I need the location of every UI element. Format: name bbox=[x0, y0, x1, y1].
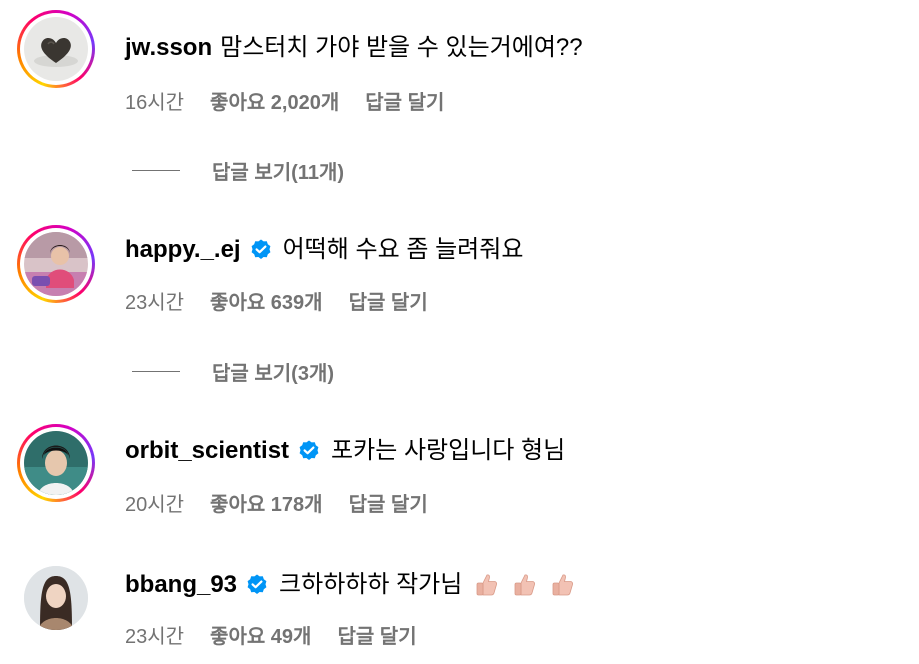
verified-badge-icon bbox=[245, 573, 269, 597]
divider-line bbox=[132, 169, 180, 171]
comment-time[interactable]: 16시간 bbox=[125, 86, 184, 115]
reply-button[interactable]: 답글 달기 bbox=[365, 86, 444, 115]
person-photo-avatar-icon bbox=[24, 232, 88, 296]
avatar[interactable] bbox=[17, 10, 95, 88]
comments-list: jw.sson 맘스터치 가야 받을 수 있는거에여?? 16시간 좋아요 2,… bbox=[0, 0, 919, 664]
comment-likes[interactable]: 좋아요 2,020개 bbox=[210, 86, 339, 115]
comment-main-line: jw.sson 맘스터치 가야 받을 수 있는거에여?? bbox=[125, 31, 583, 65]
avatar[interactable] bbox=[17, 225, 95, 303]
comment-time[interactable]: 23시간 bbox=[125, 620, 184, 649]
reply-button[interactable]: 답글 달기 bbox=[349, 488, 428, 517]
comment-likes[interactable]: 좋아요 178개 bbox=[210, 488, 323, 517]
comment-likes[interactable]: 좋아요 639개 bbox=[210, 286, 323, 315]
divider-line bbox=[132, 370, 180, 372]
verified-badge-icon bbox=[249, 238, 273, 262]
comment-username[interactable]: happy._.ej bbox=[125, 233, 241, 267]
comment-meta: 23시간 좋아요 639개 답글 달기 bbox=[125, 286, 428, 314]
view-replies-button[interactable]: 답글 보기(11개) bbox=[132, 156, 344, 184]
comment-meta: 23시간 좋아요 49개 답글 달기 bbox=[125, 620, 417, 648]
verified-badge-icon bbox=[297, 439, 321, 463]
comment-username[interactable]: orbit_scientist bbox=[125, 434, 289, 468]
comment-time[interactable]: 20시간 bbox=[125, 488, 184, 517]
thumbs-up-emoji-icon bbox=[512, 572, 538, 598]
comment-username[interactable]: jw.sson bbox=[125, 31, 212, 65]
person-photo-avatar-icon[interactable] bbox=[24, 566, 88, 630]
comment-time[interactable]: 23시간 bbox=[125, 286, 184, 315]
comment-likes[interactable]: 좋아요 49개 bbox=[210, 620, 311, 649]
comment-main-line: bbang_93 크하하하하 작가님 bbox=[125, 568, 576, 602]
view-replies-label: 답글 보기(11개) bbox=[212, 161, 345, 184]
comment-meta: 20시간 좋아요 178개 답글 달기 bbox=[125, 488, 428, 516]
comment-text: 크하하하하 작가님 bbox=[279, 571, 463, 598]
reply-button[interactable]: 답글 달기 bbox=[349, 286, 428, 315]
thumbs-up-emoji-icon bbox=[550, 572, 576, 598]
comment-meta: 16시간 좋아요 2,020개 답글 달기 bbox=[125, 86, 444, 114]
avatar[interactable] bbox=[17, 424, 95, 502]
comment-text: 맘스터치 가야 받을 수 있는거에여?? bbox=[220, 34, 583, 61]
heart-object-avatar-icon bbox=[24, 17, 88, 81]
reply-button[interactable]: 답글 달기 bbox=[337, 620, 416, 649]
view-replies-button[interactable]: 답글 보기(3개) bbox=[132, 357, 334, 385]
comment-main-line: orbit_scientist 포카는 사랑입니다 형님 bbox=[125, 434, 565, 468]
thumbs-up-emoji-icon bbox=[474, 572, 500, 598]
comment-text: 포카는 사랑입니다 형님 bbox=[331, 437, 566, 464]
comment-username[interactable]: bbang_93 bbox=[125, 568, 237, 602]
view-replies-label: 답글 보기(3개) bbox=[212, 362, 334, 385]
person-photo-avatar-icon bbox=[24, 431, 88, 495]
comment-main-line: happy._.ej 어떡해 수요 좀 늘려줘요 bbox=[125, 233, 523, 267]
comment-text: 어떡해 수요 좀 늘려줘요 bbox=[282, 236, 524, 263]
